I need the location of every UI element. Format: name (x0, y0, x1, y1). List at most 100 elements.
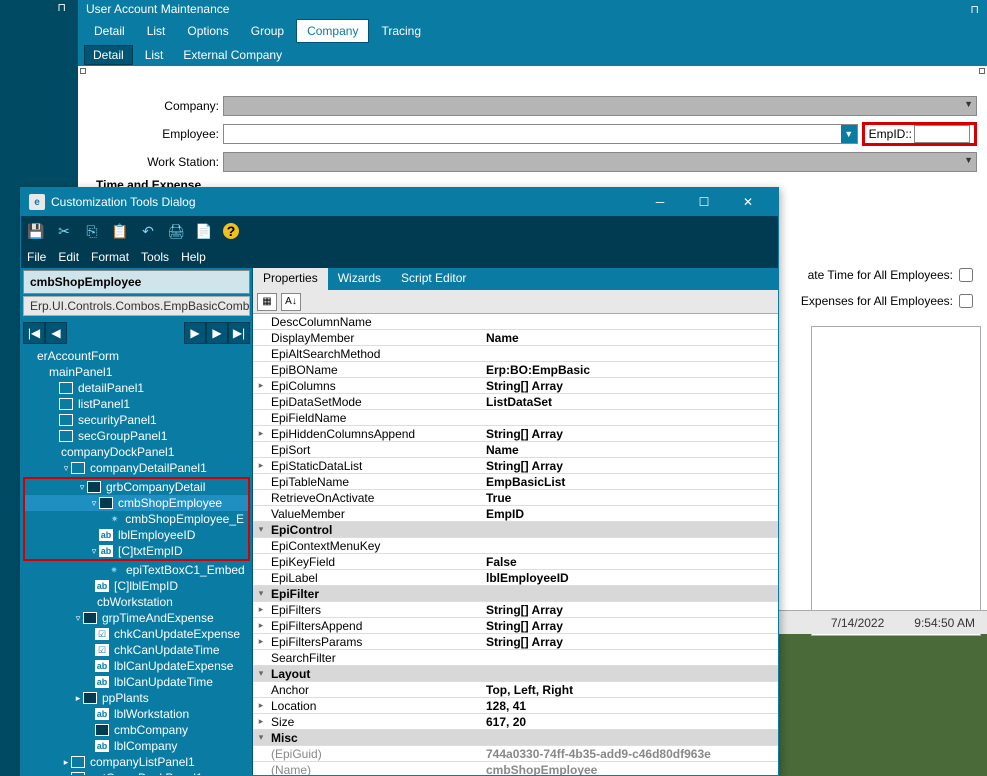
tab-list[interactable]: List (137, 20, 176, 42)
resize-handle[interactable] (80, 68, 86, 74)
tab-options[interactable]: Options (177, 20, 238, 42)
property-value[interactable]: Top, Left, Right (484, 683, 778, 697)
tab-tracing[interactable]: Tracing (371, 20, 431, 42)
tree-node[interactable]: ☑chkCanUpdateTime (21, 642, 252, 658)
tree-node[interactable]: ▸ppPlants (21, 690, 252, 706)
tree-node[interactable]: detailPanel1 (21, 380, 252, 396)
tree-node[interactable]: mainPanel1 (21, 364, 252, 380)
property-category[interactable]: ▾Layout (253, 666, 778, 682)
property-row[interactable]: EpiFieldName (253, 410, 778, 426)
tab-company[interactable]: Company (296, 19, 369, 43)
tree-node[interactable]: ablblCanUpdateExpense (21, 658, 252, 674)
tree-node[interactable]: ☑chkCanUpdateExpense (21, 626, 252, 642)
tree-node[interactable]: companyDockPanel1 (21, 444, 252, 460)
tree-node[interactable]: ▸extCompDockPanel1 (21, 770, 252, 775)
property-value[interactable]: lblEmployeeID (484, 571, 778, 585)
update-time-checkbox[interactable] (959, 268, 973, 282)
property-value[interactable]: 128, 41 (484, 699, 778, 713)
minimize-button[interactable]: ─ (638, 188, 682, 216)
menu-format[interactable]: Format (91, 250, 129, 264)
tree-node[interactable]: ▸companyListPanel1 (21, 754, 252, 770)
company-combo[interactable] (223, 96, 977, 116)
property-value[interactable]: EmpBasicList (484, 475, 778, 489)
property-value[interactable]: Erp:BO:EmpBasic (484, 363, 778, 377)
pin-icon[interactable]: ⊓ (970, 3, 979, 16)
property-row[interactable]: ▸EpiColumnsString[] Array (253, 378, 778, 394)
tree-node[interactable]: ▿grpTimeAndExpense (21, 610, 252, 626)
property-value[interactable]: 617, 20 (484, 715, 778, 729)
property-row[interactable]: SearchFilter (253, 650, 778, 666)
tree-node[interactable]: cmbCompany (21, 722, 252, 738)
tree-node[interactable]: ✷epiTextBoxC1_Embed (21, 562, 252, 578)
property-value[interactable]: False (484, 555, 778, 569)
property-row[interactable]: ▸EpiHiddenColumnsAppendString[] Array (253, 426, 778, 442)
tree-node[interactable]: ▿ab[C]txtEmpID (25, 543, 248, 559)
pin-icon[interactable]: ⊓ (57, 1, 66, 14)
tab-group[interactable]: Group (241, 20, 294, 42)
update-expenses-checkbox[interactable] (959, 294, 973, 308)
tree-node[interactable]: secGroupPanel1 (21, 428, 252, 444)
resize-handle[interactable] (979, 68, 985, 74)
alphabetical-button[interactable]: A↓ (281, 293, 301, 311)
menu-help[interactable]: Help (181, 250, 206, 264)
property-row[interactable]: ▸EpiFiltersParamsString[] Array (253, 634, 778, 650)
property-row[interactable]: ▸EpiFiltersString[] Array (253, 602, 778, 618)
property-category[interactable]: ▾EpiFilter (253, 586, 778, 602)
copy-icon[interactable]: ⎘ (83, 222, 101, 240)
property-row[interactable]: EpiAltSearchMethod (253, 346, 778, 362)
tree-node[interactable]: ✷cmbShopEmployee_E (25, 511, 248, 527)
employee-combo[interactable] (223, 124, 858, 144)
tree-node[interactable]: erAccountForm (21, 348, 252, 364)
tree-node[interactable]: ab[C]lblEmpID (21, 578, 252, 594)
property-row[interactable]: ▸EpiFiltersAppendString[] Array (253, 618, 778, 634)
property-value[interactable]: String[] Array (484, 603, 778, 617)
tab-properties[interactable]: Properties (253, 268, 328, 290)
tree-node[interactable]: cbWorkstation (21, 594, 252, 610)
property-value[interactable]: EmpID (484, 507, 778, 521)
categorized-button[interactable]: ▦ (257, 293, 277, 311)
menu-edit[interactable]: Edit (58, 250, 79, 264)
subtab-detail[interactable]: Detail (84, 45, 133, 65)
tree-node[interactable]: ablblCanUpdateTime (21, 674, 252, 690)
tree-node[interactable]: ▿grbCompanyDetail (25, 479, 248, 495)
print-icon[interactable]: 🖨 (167, 222, 185, 240)
empid-input[interactable] (914, 125, 970, 143)
property-row[interactable]: EpiTableNameEmpBasicList (253, 474, 778, 490)
tree-node[interactable]: ablblWorkstation (21, 706, 252, 722)
property-row[interactable]: ▸EpiStaticDataListString[] Array (253, 458, 778, 474)
property-row[interactable]: EpiBONameErp:BO:EmpBasic (253, 362, 778, 378)
property-value[interactable]: True (484, 491, 778, 505)
property-value[interactable]: String[] Array (484, 379, 778, 393)
property-row[interactable]: EpiLabellblEmployeeID (253, 570, 778, 586)
tree-node[interactable]: securityPanel1 (21, 412, 252, 428)
property-row[interactable]: (EpiGuid)744a0330-74ff-4b35-add9-c46d80d… (253, 746, 778, 762)
property-value[interactable]: cmbShopEmployee (484, 763, 778, 776)
property-category[interactable]: ▾Misc (253, 730, 778, 746)
property-row[interactable]: (Name)cmbShopEmployee (253, 762, 778, 775)
property-value[interactable]: String[] Array (484, 635, 778, 649)
property-value[interactable]: String[] Array (484, 619, 778, 633)
undo-icon[interactable]: ↶ (139, 222, 157, 240)
property-value[interactable]: Name (484, 331, 778, 345)
nav-last-button[interactable]: ▶| (228, 322, 250, 344)
tree-node[interactable]: ▿companyDetailPanel1 (21, 460, 252, 476)
property-row[interactable]: EpiSortName (253, 442, 778, 458)
paste-icon[interactable]: 📋 (111, 222, 129, 240)
nav-next2-button[interactable]: ▶ (206, 322, 228, 344)
tab-script-editor[interactable]: Script Editor (391, 268, 476, 290)
property-row[interactable]: EpiDataSetModeListDataSet (253, 394, 778, 410)
cut-icon[interactable]: ✂ (55, 222, 73, 240)
property-value[interactable]: Name (484, 443, 778, 457)
property-row[interactable]: RetrieveOnActivateTrue (253, 490, 778, 506)
property-row[interactable]: DescColumnName (253, 314, 778, 330)
property-row[interactable]: EpiKeyFieldFalse (253, 554, 778, 570)
menu-tools[interactable]: Tools (141, 250, 169, 264)
dialog-titlebar[interactable]: e Customization Tools Dialog ─ ☐ ✕ (21, 188, 778, 216)
property-grid[interactable]: DescColumnNameDisplayMemberNameEpiAltSea… (253, 314, 778, 775)
property-row[interactable]: DisplayMemberName (253, 330, 778, 346)
property-value[interactable]: String[] Array (484, 459, 778, 473)
subtab-list[interactable]: List (137, 46, 172, 64)
tab-detail[interactable]: Detail (84, 20, 135, 42)
tree-node[interactable]: listPanel1 (21, 396, 252, 412)
subtab-external-company[interactable]: External Company (175, 46, 290, 64)
